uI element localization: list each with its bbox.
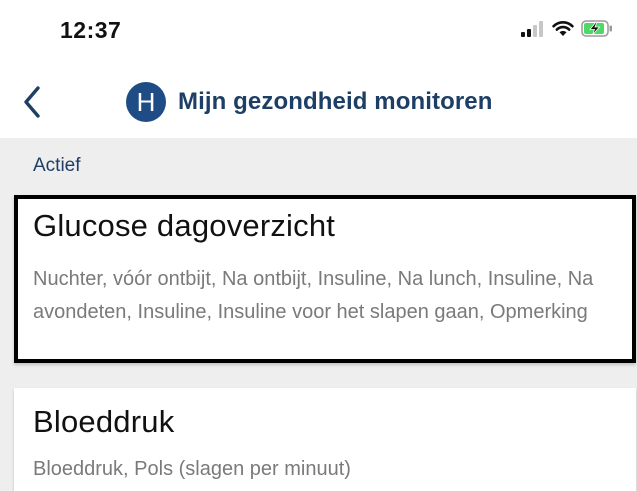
card-description: Nuchter, vóór ontbijt, Na ontbijt, Insul… [33, 268, 594, 323]
battery-charging-icon [581, 20, 613, 42]
status-icons [521, 20, 613, 42]
back-button[interactable] [14, 84, 50, 120]
navigation-header: H Mijn gezondheid monitoren [0, 62, 637, 138]
section-label-active: Actief [33, 155, 81, 176]
page-title: Mijn gezondheid monitoren [178, 88, 493, 115]
chevron-left-icon [24, 86, 40, 118]
card-glucose-dagoverzicht[interactable]: Glucose dagoverzicht Nuchter, vóór ontbi… [14, 195, 636, 363]
avatar: H [126, 82, 166, 122]
card-title: Glucose dagoverzicht [33, 208, 336, 243]
status-bar: 12:37 [0, 0, 637, 62]
card-title: Bloeddruk [33, 404, 175, 439]
signal-icon [521, 20, 545, 42]
header-title-group: H Mijn gezondheid monitoren [126, 82, 492, 122]
content-area: Actief Glucose dagoverzicht Nuchter, vóó… [0, 138, 637, 491]
wifi-icon [552, 20, 574, 42]
status-time: 12:37 [60, 17, 122, 43]
app-screen: 12:37 H Mijn gezondheid monitoren Actief… [0, 0, 637, 491]
card-bloeddruk[interactable]: Bloeddruk Bloeddruk, Pols (slagen per mi… [14, 388, 636, 491]
card-description: Bloeddruk, Pols (slagen per minuut) [33, 458, 351, 480]
